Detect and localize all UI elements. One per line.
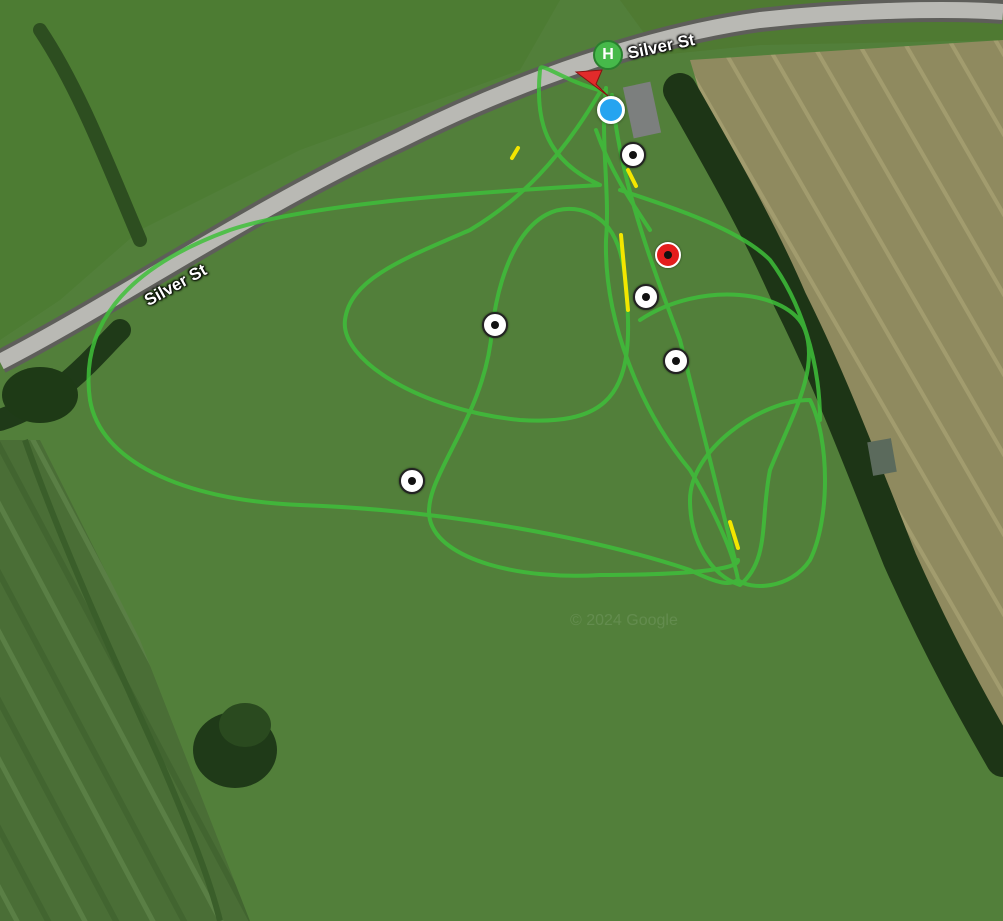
- drone-position-icon[interactable]: [597, 96, 625, 124]
- map-watermark: © 2024 Google: [570, 612, 678, 629]
- waypoint-4[interactable]: [482, 312, 508, 338]
- waypoint-1[interactable]: [620, 142, 646, 168]
- home-marker-label: H: [602, 46, 614, 63]
- waypoint-2[interactable]: [655, 242, 681, 268]
- waypoint-target-icon: [408, 477, 416, 485]
- waypoint-target-icon: [642, 293, 650, 301]
- satellite-imagery: [0, 0, 1003, 921]
- map-view[interactable]: Silver St Silver St © 2024 Google H: [0, 0, 1003, 921]
- waypoint-target-icon: [664, 251, 672, 259]
- waypoint-3[interactable]: [633, 284, 659, 310]
- waypoint-target-icon: [491, 321, 499, 329]
- waypoint-target-icon: [672, 357, 680, 365]
- waypoint-target-icon: [629, 151, 637, 159]
- waypoint-5[interactable]: [663, 348, 689, 374]
- waypoint-6[interactable]: [399, 468, 425, 494]
